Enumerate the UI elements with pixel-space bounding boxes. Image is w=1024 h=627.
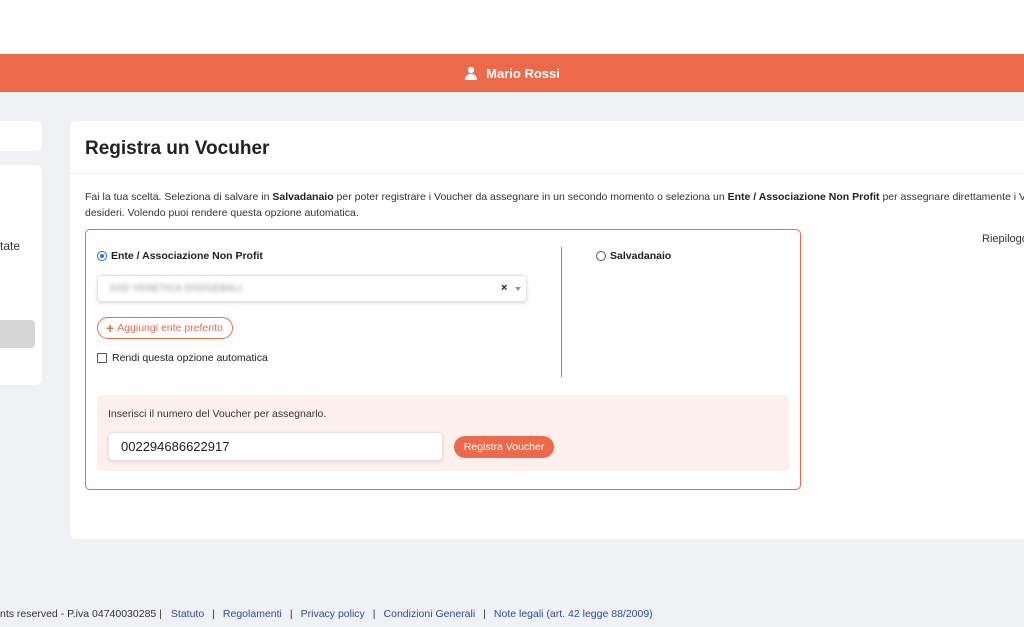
footer-copyright: nts reserved - P.iva 04740030285 | [0, 608, 162, 620]
footer-link-condizioni[interactable]: Condizioni Generali [384, 608, 476, 620]
register-voucher-button[interactable]: Registra Voucher [454, 436, 554, 458]
ente-radio[interactable] [97, 251, 107, 261]
ente-select-value: ASD VENETICA DODGEBALL [110, 283, 245, 293]
footer-link-statuto[interactable]: Statuto [171, 608, 204, 620]
options-divider [561, 247, 562, 377]
footer-separator: | [483, 608, 486, 620]
desc-text-2: per poter registrare i Voucher da assegn… [333, 191, 728, 203]
add-favorite-ente-button[interactable]: + Aggiungi ente preferito [97, 317, 233, 339]
automatic-checkbox[interactable] [97, 353, 107, 363]
ente-radio-label: Ente / Associazione Non Profit [111, 250, 263, 262]
add-favorite-ente-label: Aggiungi ente preferito [117, 322, 223, 334]
salvadanaio-option[interactable]: Salvadanaio [596, 250, 671, 262]
header-bar: Mario Rossi [0, 54, 1024, 92]
description-text: Fai la tua scelta. Seleziona di salvare … [85, 189, 1024, 221]
desc-text-3: per assegnare direttamente i Vou [879, 191, 1024, 203]
salvadanaio-radio[interactable] [596, 251, 606, 261]
footer-link-note-legali[interactable]: Note legali (art. 42 legge 88/2009) [494, 608, 653, 620]
footer-link-regolamenti[interactable]: Regolamenti [223, 608, 282, 620]
footer-separator: | [372, 608, 376, 620]
main-card: Registra un Vocuher Fai la tua scelta. S… [70, 121, 1024, 539]
desc-text-1: Fai la tua scelta. Seleziona di salvare … [85, 191, 273, 203]
clear-icon[interactable]: × [501, 282, 507, 294]
sidebar-text-fragment: tate [0, 239, 21, 253]
ente-select[interactable]: ASD VENETICA DODGEBALL × [97, 275, 527, 302]
sidebar-button[interactable] [0, 320, 35, 348]
footer: nts reserved - P.iva 04740030285 | Statu… [0, 608, 653, 620]
top-bar [0, 0, 1024, 54]
voucher-panel: Inserisci il numero del Voucher per asse… [97, 395, 789, 471]
automatic-option[interactable]: Rendi questa opzione automatica [97, 352, 268, 364]
voucher-label: Inserisci il numero del Voucher per asse… [108, 408, 327, 420]
automatic-checkbox-label: Rendi questa opzione automatica [112, 352, 268, 364]
voucher-input[interactable] [108, 432, 443, 461]
desc-bold-ente: Ente / Associazione Non Profit [727, 191, 880, 203]
selection-box: Ente / Associazione Non Profit Salvadana… [85, 229, 801, 490]
sidebar-card-top [0, 121, 42, 151]
sidebar-card: tate [0, 165, 42, 385]
footer-separator: | [212, 608, 215, 620]
footer-link-privacy[interactable]: Privacy policy [301, 608, 365, 620]
page-title: Registra un Vocuher [85, 138, 270, 159]
salvadanaio-radio-label: Salvadanaio [610, 250, 672, 262]
plus-icon: + [106, 320, 115, 336]
title-divider [70, 173, 1024, 174]
user-icon [465, 66, 478, 80]
footer-separator: | [289, 608, 293, 620]
user-name[interactable]: Mario Rossi [486, 66, 560, 81]
riepilogo-label: Riepilogo [982, 233, 1024, 245]
desc-text-line2: desideri. Volendo puoi rendere questa op… [85, 207, 359, 219]
chevron-down-icon[interactable] [515, 287, 521, 291]
desc-bold-salvadanaio: Salvadanaio [272, 191, 334, 203]
ente-option[interactable]: Ente / Associazione Non Profit [97, 250, 263, 262]
